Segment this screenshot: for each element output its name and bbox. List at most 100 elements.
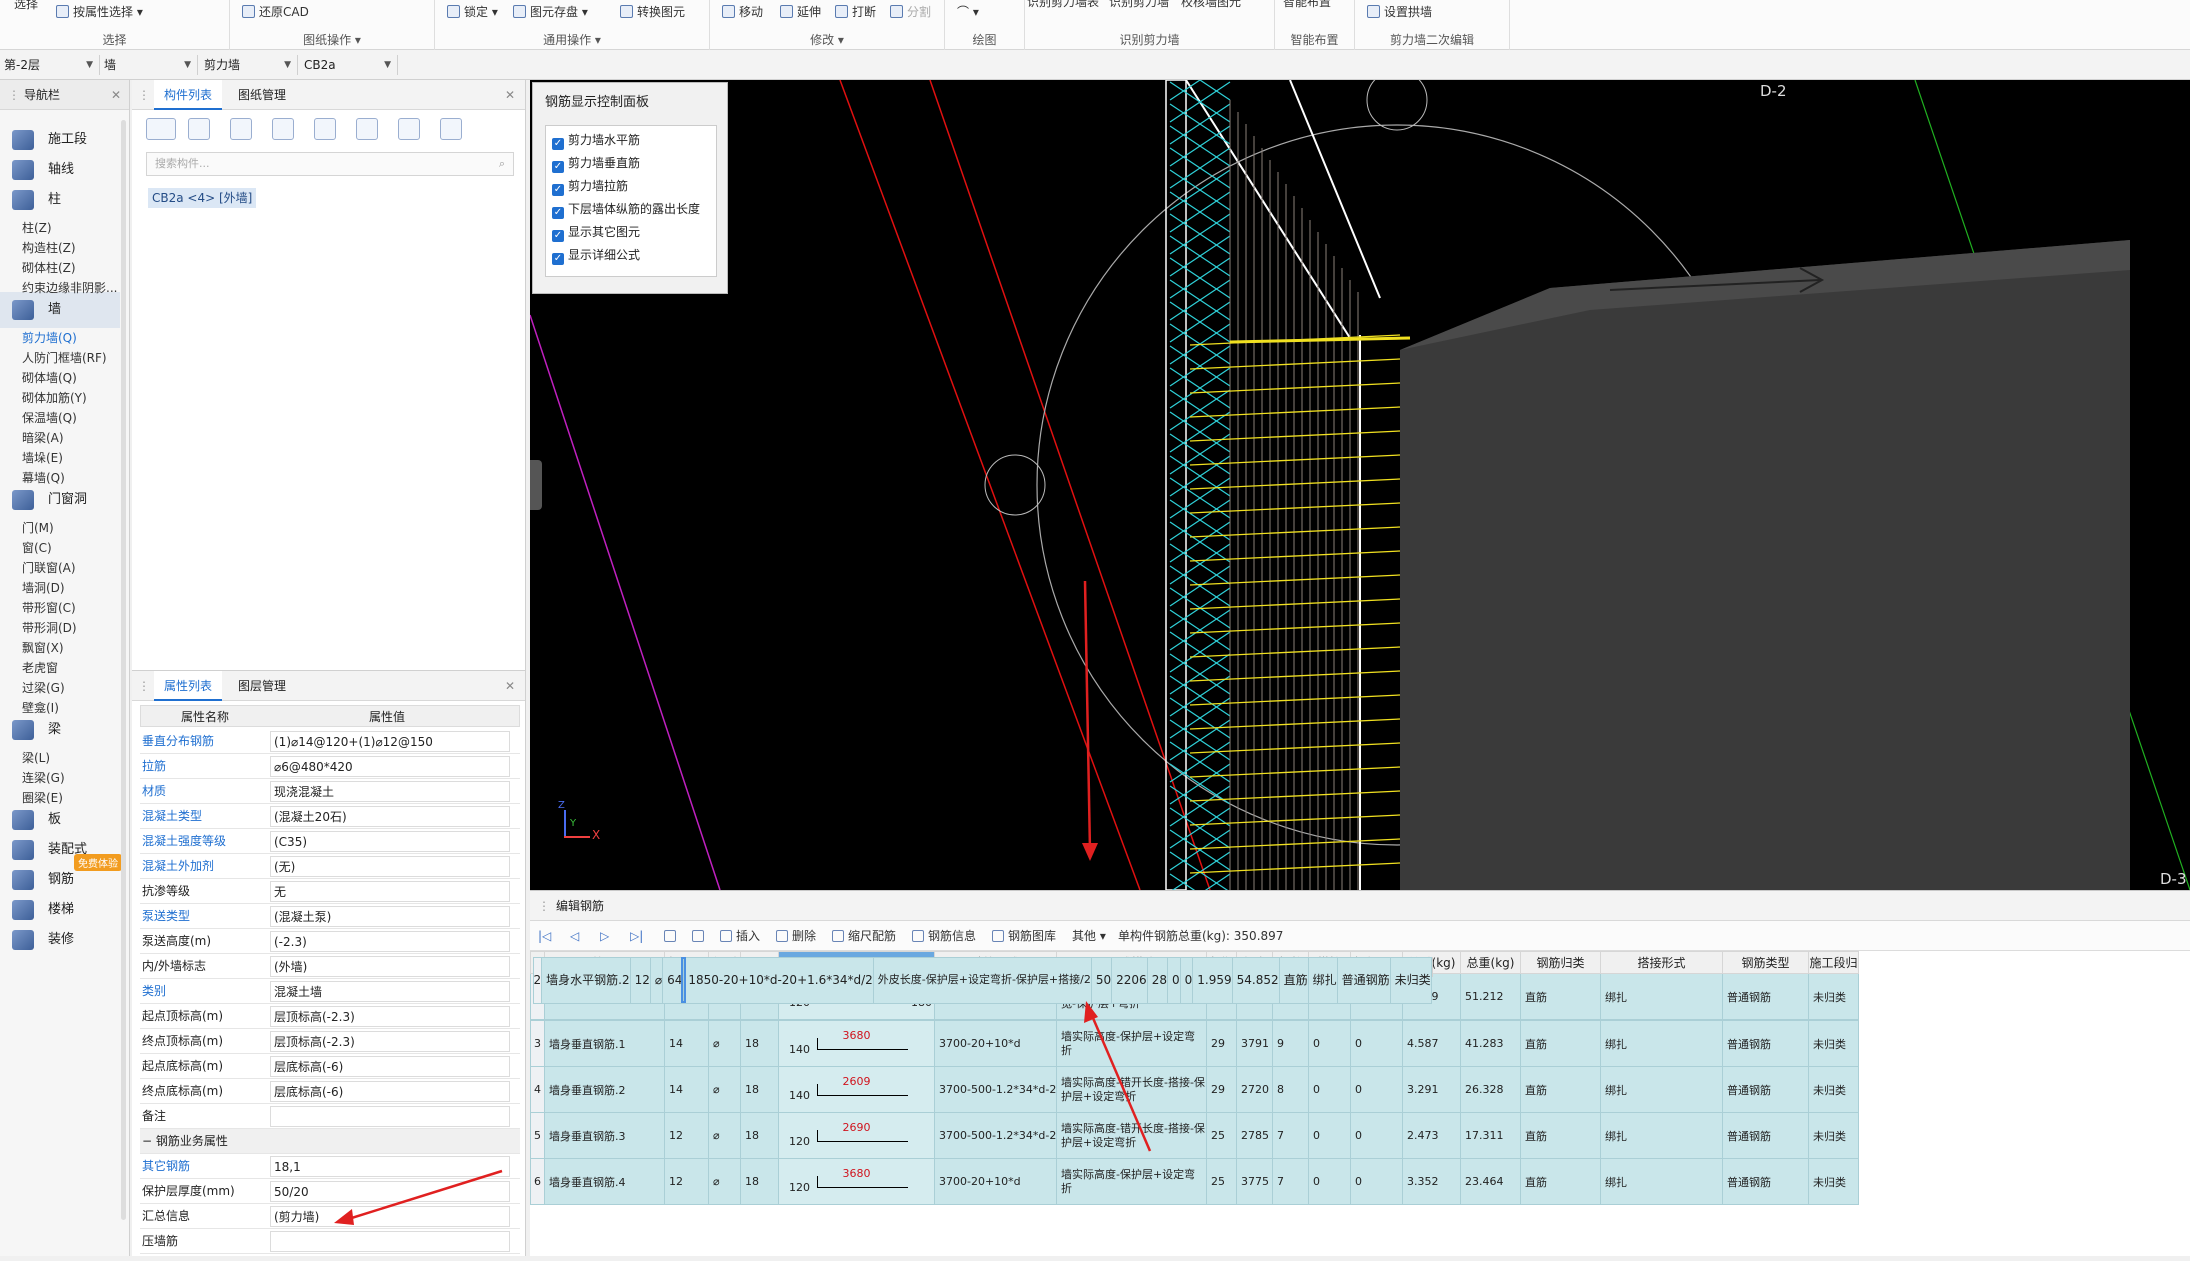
cell-cnt[interactable]: 7 xyxy=(1272,1112,1309,1159)
cell-formula[interactable]: 3700-20+10*d xyxy=(934,1020,1057,1067)
new-component-icon[interactable] xyxy=(146,118,176,140)
drag-handle-icon[interactable]: ⋮ xyxy=(538,891,550,921)
cell-lv[interactable]: ⌀ xyxy=(708,1020,741,1067)
cell-cnt[interactable]: 7 xyxy=(1272,1158,1309,1205)
column-header[interactable]: 总重(kg) xyxy=(1460,951,1521,974)
close-icon[interactable]: ✕ xyxy=(505,80,515,110)
rebar-library-button[interactable]: 钢筋图库 xyxy=(992,926,1056,946)
select-button[interactable]: 选择 xyxy=(14,0,38,14)
rebar-shape-cell[interactable]: 140 3680 xyxy=(778,1020,935,1067)
smart-layout-button[interactable]: 智能布置 xyxy=(1283,0,1331,12)
cell-lapf[interactable]: 绑扎 xyxy=(1600,1066,1723,1113)
cell-desc[interactable]: 墙实际高度-错开长度-搭接-保护层+设定弯折 xyxy=(1056,1112,1207,1159)
delete-icon[interactable] xyxy=(230,118,252,140)
cell-seg[interactable]: 未归类 xyxy=(1808,1020,1859,1067)
cell-cnt[interactable]: 28 xyxy=(1146,956,1168,1004)
arc-draw-button[interactable]: ⌒ ▾ xyxy=(957,2,979,22)
save-element-button[interactable]: 图元存盘 ▾ xyxy=(513,2,588,22)
recognize-table-button[interactable]: 识别剪力墙表 xyxy=(1027,0,1099,12)
column-header[interactable]: 钢筋归类 xyxy=(1520,951,1601,974)
cell-fig[interactable]: 18 xyxy=(740,1112,779,1159)
cell-lapf[interactable]: 绑扎 xyxy=(1600,973,1723,1020)
cell-total[interactable]: 17.311 xyxy=(1460,1112,1521,1159)
cell-lapf[interactable]: 绑扎 xyxy=(1600,1020,1723,1067)
property-value-field[interactable]: (1)⌀14@120+(1)⌀12@150 xyxy=(270,731,510,752)
cell-formula[interactable]: 3700-500-1.2*34*d-20+10*d xyxy=(934,1066,1057,1113)
cell-seg[interactable]: 未归类 xyxy=(1808,1066,1859,1113)
rebar-display-checkbox[interactable]: ✓ 下层墙体纵筋的露出长度 xyxy=(552,199,700,219)
cell-unit[interactable]: 3.291 xyxy=(1402,1066,1461,1113)
cell-name[interactable]: 墙身水平钢筋.2 xyxy=(541,956,631,1004)
cell-cnt[interactable]: 9 xyxy=(1272,1020,1309,1067)
scale-rebar-button[interactable]: 缩尺配筋 xyxy=(832,926,896,946)
cell-loss[interactable]: 0 xyxy=(1179,956,1194,1004)
cell-lv[interactable]: ⌀ xyxy=(708,1066,741,1113)
rebar-display-checkbox[interactable]: ✓ 剪力墙拉筋 xyxy=(552,176,628,196)
rebar-display-checkbox[interactable]: ✓ 显示详细公式 xyxy=(552,245,640,265)
cell-len[interactable]: 2720 xyxy=(1236,1066,1273,1113)
check-wall-button[interactable]: 校核墙图元 xyxy=(1181,0,1241,12)
copy-icon[interactable] xyxy=(188,118,210,140)
cell-len[interactable]: 2785 xyxy=(1236,1112,1273,1159)
drag-handle-icon[interactable]: ⋮ xyxy=(138,671,150,701)
property-value-field[interactable]: (-2.3) xyxy=(270,931,510,952)
rebar-display-checkbox[interactable]: ✓ 剪力墙水平筋 xyxy=(552,130,640,150)
move-up-button[interactable] xyxy=(664,926,680,946)
next-row-button[interactable]: ▷ xyxy=(600,926,609,946)
filter-icon[interactable] xyxy=(356,118,378,140)
property-value-field[interactable]: 层顶标高(-2.3) xyxy=(270,1031,510,1052)
cell-lapf[interactable]: 绑扎 xyxy=(1307,956,1338,1004)
set-arch-wall-button[interactable]: 设置拱墙 xyxy=(1367,2,1432,22)
import-icon[interactable] xyxy=(398,118,420,140)
cell-d[interactable]: 12 xyxy=(664,1112,709,1159)
property-value-field[interactable]: 混凝土墙 xyxy=(270,981,510,1002)
cell-lap[interactable]: 0 xyxy=(1308,1020,1351,1067)
scrollbar[interactable] xyxy=(121,120,126,1220)
tab-property-list[interactable]: 属性列表 xyxy=(154,671,223,701)
cell-lap[interactable]: 0 xyxy=(1308,1066,1351,1113)
rebar-display-checkbox[interactable]: ✓ 剪力墙垂直筋 xyxy=(552,153,640,173)
cell-total[interactable]: 41.283 xyxy=(1460,1020,1521,1067)
property-value-field[interactable]: ⌀6@480*420 xyxy=(270,756,510,777)
table-row[interactable]: 6 墙身垂直钢筋.4 12 ⌀ 18 120 3680 3700-20+10*d 墙实际高度-保… xyxy=(530,1158,1859,1205)
cell-cls[interactable]: 直筋 xyxy=(1278,956,1309,1004)
cell-lap[interactable]: 0 xyxy=(1308,1112,1351,1159)
cell-name[interactable]: 墙身垂直钢筋.4 xyxy=(544,1158,665,1205)
cell-desc[interactable]: 墙实际高度-保护层+设定弯折 xyxy=(1056,1158,1207,1205)
table-row[interactable]: 2墙身水平钢筋.212⌀6412018103261850-20+10*d-20+… xyxy=(531,956,1433,1004)
extend-button[interactable]: 延伸 xyxy=(780,2,821,22)
cell-fig[interactable]: 64 xyxy=(662,956,684,1004)
cell-d[interactable]: 12 xyxy=(629,956,651,1004)
property-value-field[interactable]: (外墙) xyxy=(270,956,510,977)
cell-formula[interactable]: 3700-500-1.2*34*d-20+10*d xyxy=(934,1112,1057,1159)
cell-len[interactable]: 3775 xyxy=(1236,1158,1273,1205)
close-icon[interactable]: ✕ xyxy=(111,80,121,110)
cell-bend[interactable]: 25 xyxy=(1206,1112,1237,1159)
cell-lv[interactable]: ⌀ xyxy=(708,1112,741,1159)
cell-cls[interactable]: 直筋 xyxy=(1520,1112,1601,1159)
cell-name[interactable]: 墙身垂直钢筋.2 xyxy=(544,1066,665,1113)
cell-unit[interactable]: 4.587 xyxy=(1402,1020,1461,1067)
rebar-shape-cell[interactable]: 120 3680 xyxy=(778,1158,935,1205)
cell-lapf[interactable]: 绑扎 xyxy=(1600,1158,1723,1205)
cell-type[interactable]: 普通钢筋 xyxy=(1722,1112,1809,1159)
cell-total[interactable]: 23.464 xyxy=(1460,1158,1521,1205)
nav-category-10[interactable]: 装修 xyxy=(0,922,120,958)
recognize-wall-button[interactable]: 识别剪力墙 xyxy=(1109,0,1169,12)
property-value-field[interactable]: 层底标高(-6) xyxy=(270,1081,510,1102)
nav-item[interactable]: 幕墙(Q) xyxy=(22,464,65,492)
cell-total[interactable]: 54.852 xyxy=(1231,956,1280,1004)
cell-lv[interactable]: ⌀ xyxy=(708,1158,741,1205)
cell-fig[interactable]: 18 xyxy=(740,1066,779,1113)
rebar-shape-cell[interactable]: 140 2609 xyxy=(778,1066,935,1113)
break-button[interactable]: 打断 xyxy=(835,2,876,22)
rebar-display-checkbox[interactable]: ✓ 显示其它图元 xyxy=(552,222,640,242)
property-value-field[interactable]: (无) xyxy=(270,856,510,877)
last-row-button[interactable]: ▷| xyxy=(630,926,643,946)
cell-type[interactable]: 普通钢筋 xyxy=(1722,973,1809,1020)
cell-type[interactable]: 普通钢筋 xyxy=(1722,1020,1809,1067)
prev-row-button[interactable]: ◁ xyxy=(570,926,579,946)
cell-seg[interactable]: 未归类 xyxy=(1808,973,1859,1020)
cell-name[interactable]: 墙身垂直钢筋.1 xyxy=(544,1020,665,1067)
cell-loss[interactable]: 0 xyxy=(1350,1066,1403,1113)
